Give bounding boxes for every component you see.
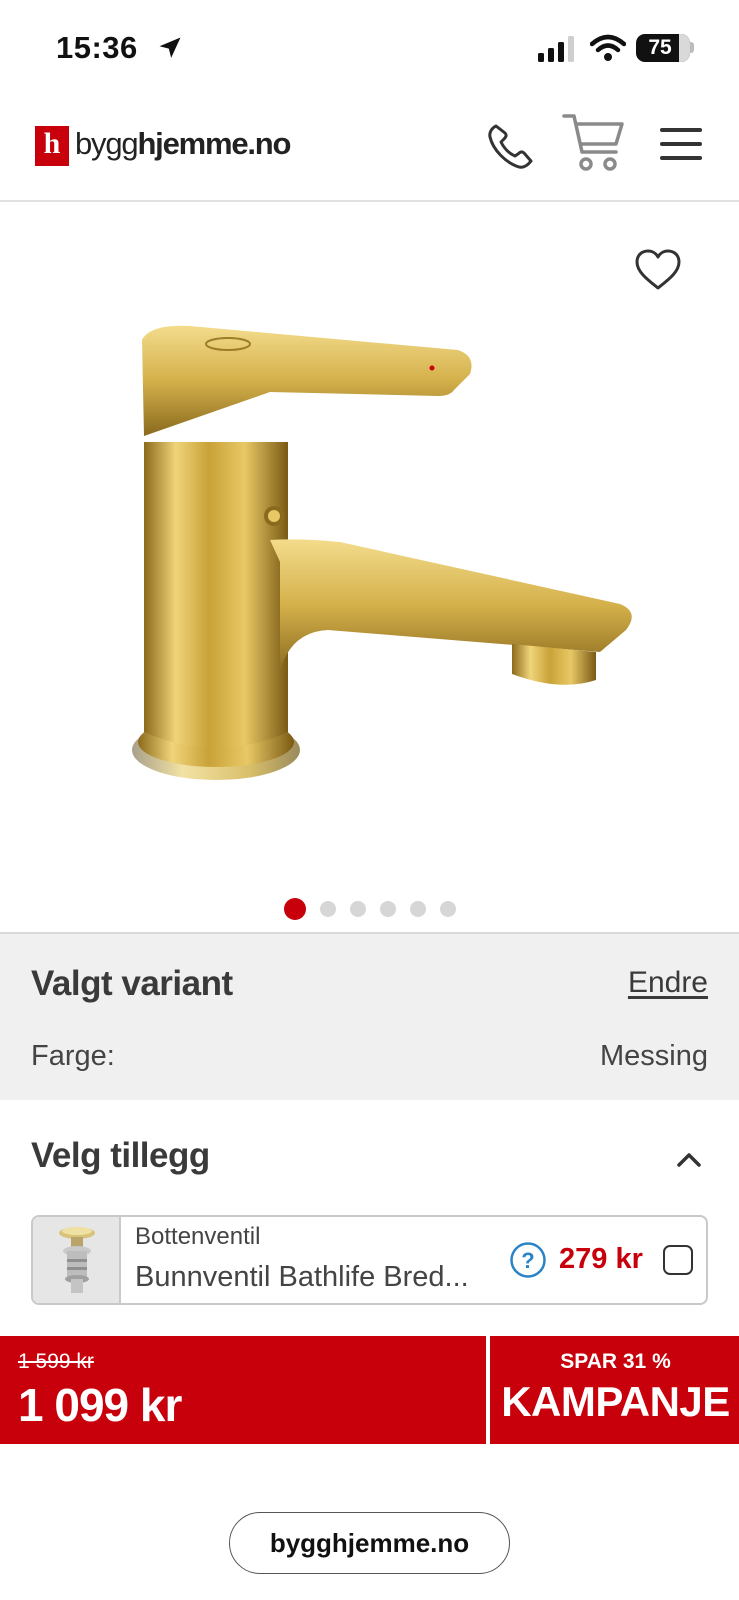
gallery-dot[interactable] xyxy=(379,901,396,917)
drain-valve-image xyxy=(59,1227,95,1293)
chevron-up-icon[interactable] xyxy=(676,1150,702,1168)
campaign-badge: KAMPANJE xyxy=(501,1378,730,1425)
status-time: 15:36 xyxy=(56,30,138,65)
svg-text:?: ? xyxy=(521,1248,534,1273)
price-divider xyxy=(486,1336,490,1444)
heart-icon[interactable] xyxy=(634,248,682,292)
logo-suffix: hjemme.no xyxy=(137,126,291,161)
battery-icon: 75 xyxy=(636,34,690,62)
logo-text[interactable]: bygghjemme.no xyxy=(75,126,291,162)
old-price: 1 599 kr xyxy=(18,1350,94,1373)
gallery-dot[interactable] xyxy=(439,901,456,917)
logo-mark[interactable]: h xyxy=(35,126,69,166)
save-badge: SPAR 31 % xyxy=(560,1350,671,1373)
phone-icon[interactable] xyxy=(486,122,536,172)
battery-tip xyxy=(690,42,694,53)
gallery-dot[interactable] xyxy=(283,898,306,920)
price-bar: 1 599 kr 1 099 kr SPAR 31 % KAMPANJE xyxy=(0,1336,739,1444)
selected-variant-panel: Valgt variant Endre Farge: Messing xyxy=(0,932,739,1100)
wifi-icon xyxy=(590,34,626,61)
logo-letter: h xyxy=(43,127,61,160)
gallery-dot[interactable] xyxy=(319,901,336,917)
menu-icon[interactable] xyxy=(660,126,702,162)
battery-level: 75 xyxy=(648,36,672,59)
addon-checkbox[interactable] xyxy=(663,1245,693,1275)
addons-section: Velg tillegg Bottenventil Bunnventil Bat… xyxy=(0,1100,739,1336)
location-arrow-icon xyxy=(159,37,181,58)
gallery-dot[interactable] xyxy=(349,901,366,917)
browser-url-bar[interactable]: bygghjemme.no xyxy=(229,1512,510,1574)
addon-item[interactable]: Bottenventil Bunnventil Bathlife Bred...… xyxy=(31,1215,708,1305)
product-image[interactable] xyxy=(120,312,660,832)
logo-prefix: bygg xyxy=(75,126,139,161)
change-variant-link[interactable]: Endre xyxy=(628,966,708,1000)
color-value: Messing xyxy=(600,1040,708,1072)
variant-title: Valgt variant xyxy=(31,964,233,1003)
addons-title: Velg tillegg xyxy=(31,1136,210,1175)
addon-category: Bottenventil xyxy=(135,1223,261,1250)
current-price: 1 099 kr xyxy=(18,1379,182,1431)
gallery-dot[interactable] xyxy=(409,901,426,917)
question-icon[interactable]: ? xyxy=(509,1241,547,1279)
cellular-signal-icon xyxy=(538,36,574,62)
gallery-pagination[interactable] xyxy=(0,898,739,920)
site-header: h bygghjemme.no xyxy=(0,96,739,202)
status-bar: 15:36 75 xyxy=(0,0,739,96)
color-label: Farge: xyxy=(31,1040,115,1072)
addon-name[interactable]: Bunnventil Bathlife Bred... xyxy=(135,1261,495,1294)
cart-icon[interactable] xyxy=(562,112,626,174)
product-gallery[interactable] xyxy=(0,202,739,932)
addon-price: 279 kr xyxy=(559,1243,643,1275)
addon-thumbnail xyxy=(33,1217,121,1303)
